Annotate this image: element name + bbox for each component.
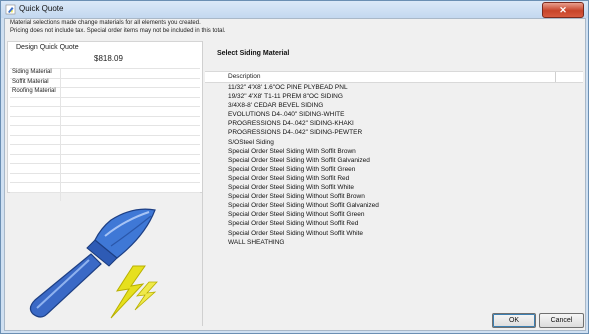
- list-item[interactable]: Special Order Steel Siding With Soffit R…: [228, 174, 578, 183]
- list-item[interactable]: Special Order Steel Siding Without Soffi…: [228, 192, 578, 201]
- list-item[interactable]: Special Order Steel Siding Without Soffi…: [228, 210, 578, 219]
- list-item[interactable]: WALL SHEATHING: [228, 238, 578, 247]
- list-item[interactable]: PROGRESSIONS D4-.042" SIDING-KHAKI: [228, 119, 578, 128]
- table-row: [10, 115, 200, 125]
- list-item[interactable]: Special Order Steel Siding With Soffit W…: [228, 183, 578, 192]
- design-quick-quote-panel: Design Quick Quote $818.09 Siding Materi…: [7, 41, 203, 201]
- design-quick-quote-label: Design Quick Quote: [16, 44, 79, 51]
- info-text-line-2: Pricing does not include tax. Special or…: [10, 28, 226, 34]
- table-row: [10, 96, 200, 106]
- select-siding-material-title: Select Siding Material: [217, 50, 290, 57]
- list-item[interactable]: PROGRESSIONS D4-.042" SIDING-PEWTER: [228, 128, 578, 137]
- list-item[interactable]: 11/32" 4'X8' 1.6"OC PINE PLYBEAD PNL: [228, 83, 578, 92]
- list-item[interactable]: Special Order Steel Siding With Soffit B…: [228, 147, 578, 156]
- list-item[interactable]: Special Order Steel Siding Without Soffi…: [228, 229, 578, 238]
- soffit-material-label: Soffit Material: [12, 78, 49, 85]
- panel-divider: [202, 41, 203, 326]
- paintbrush-lightning-icon: [29, 208, 158, 319]
- dialog-body: Material selections made change material…: [4, 18, 586, 331]
- list-item[interactable]: Special Order Steel Siding With Soffit G…: [228, 165, 578, 174]
- list-item[interactable]: Special Order Steel Siding Without Soffi…: [228, 201, 578, 210]
- list-item[interactable]: Special Order Steel Siding Without Soffi…: [228, 219, 578, 228]
- window-title: Quick Quote: [19, 4, 64, 13]
- title-bar[interactable]: Quick Quote ✕: [1, 1, 588, 18]
- table-row: [10, 134, 200, 144]
- table-row: [10, 163, 200, 173]
- roofing-material-label: Roofing Material: [12, 88, 56, 94]
- quick-quote-window: Quick Quote ✕ Material selections made c…: [0, 0, 589, 334]
- list-item[interactable]: 3/4X8-8' CEDAR BEVEL SIDING: [228, 101, 578, 110]
- siding-material-label: Siding Material: [12, 69, 52, 75]
- table-row[interactable]: Soffit Material: [10, 77, 200, 87]
- table-row[interactable]: Roofing Material: [10, 87, 200, 97]
- list-item[interactable]: 19/32" 4'X8' T1-11 PREM 8"OC SIDING: [228, 92, 578, 101]
- table-row[interactable]: Siding Material: [10, 68, 200, 78]
- list-item[interactable]: Special Order Steel Siding With Soffit G…: [228, 156, 578, 165]
- list-item[interactable]: EVOLUTIONS D4-.040" SIDING-WHITE: [228, 110, 578, 119]
- close-button[interactable]: ✕: [542, 2, 584, 18]
- table-row: [10, 182, 200, 192]
- table-row: [10, 172, 200, 182]
- table-row: [10, 106, 200, 116]
- description-column-header[interactable]: Description: [228, 73, 261, 80]
- list-header[interactable]: Description: [205, 71, 583, 83]
- ok-button[interactable]: OK: [492, 313, 536, 328]
- table-row: [10, 153, 200, 163]
- list-item[interactable]: S/OSteel Siding: [228, 138, 578, 147]
- table-row: [10, 125, 200, 135]
- materials-table: Siding Material Soffit Material Roofing …: [10, 68, 200, 201]
- info-text-line-1: Material selections made change material…: [10, 20, 201, 26]
- siding-material-list: 11/32" 4'X8' 1.6"OC PINE PLYBEAD PNL 19/…: [228, 83, 578, 247]
- close-icon: ✕: [559, 5, 567, 15]
- paintbrush-icon: [5, 4, 16, 15]
- cancel-button[interactable]: Cancel: [539, 313, 584, 328]
- total-price: $818.09: [94, 54, 123, 63]
- table-row: [10, 144, 200, 154]
